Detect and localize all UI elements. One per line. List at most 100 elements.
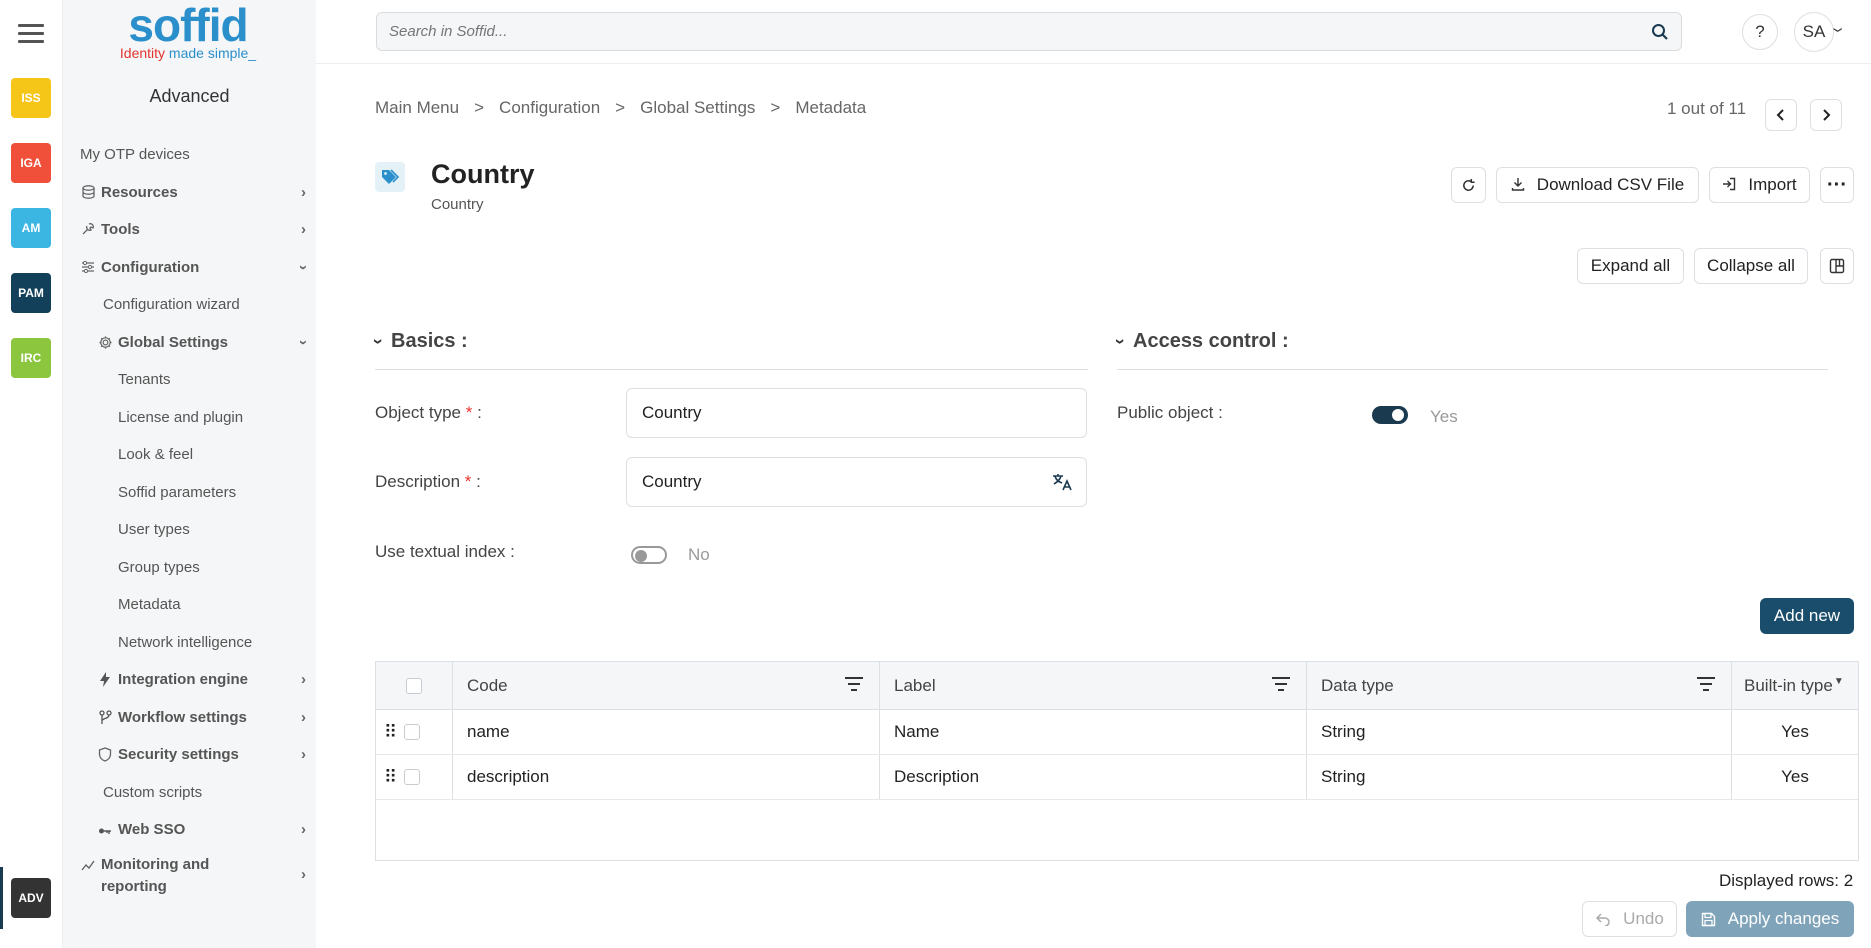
app-irc-button[interactable]: IRC	[11, 338, 51, 378]
object-type-label: Object type * :	[375, 403, 482, 422]
search-input[interactable]	[377, 13, 1617, 50]
layout-icon	[1829, 258, 1845, 274]
previous-record-button[interactable]	[1765, 99, 1797, 131]
expand-all-button[interactable]: Expand all	[1577, 248, 1684, 284]
chevron-right-icon	[1823, 109, 1831, 121]
download-icon	[1511, 177, 1525, 194]
sidebar-item-security-settings[interactable]: Security settings ›	[63, 739, 316, 769]
search-icon[interactable]	[1651, 23, 1669, 41]
access-control-section-header[interactable]: › Access control :	[1111, 330, 1828, 370]
chevron-down-icon: ›	[1110, 338, 1131, 345]
basics-section-header[interactable]: › Basics :	[369, 330, 1088, 370]
sidebar-item-web-sso[interactable]: Web SSO ›	[63, 814, 316, 844]
import-button[interactable]: Import	[1709, 167, 1810, 203]
sidebar-item-custom-scripts[interactable]: Custom scripts	[63, 777, 316, 807]
cell-code: description	[453, 755, 880, 799]
textual-index-label: Use textual index :	[375, 542, 515, 561]
sidebar-item-configuration-wizard[interactable]: Configuration wizard	[63, 289, 316, 319]
layout-toggle-button[interactable]	[1820, 248, 1854, 284]
column-built-in-type[interactable]: Built-in type ▼	[1732, 662, 1858, 709]
app-adv-button[interactable]: ADV	[11, 878, 51, 918]
chart-icon	[80, 857, 96, 873]
hamburger-menu-icon[interactable]	[18, 24, 44, 44]
table-row[interactable]: ⠿ description Description String Yes	[376, 755, 1858, 800]
chevron-right-icon: ›	[301, 183, 306, 201]
filter-icon[interactable]	[1697, 677, 1715, 693]
select-all-checkbox[interactable]	[406, 677, 422, 694]
soffid-logo[interactable]: soffid Identity made simple_	[118, 2, 258, 64]
drag-handle-icon[interactable]: ⠿	[384, 768, 397, 786]
user-menu-chevron-icon[interactable]: ›	[1827, 28, 1851, 33]
cell-data-type: String	[1307, 755, 1732, 799]
public-object-toggle[interactable]	[1372, 406, 1408, 424]
sidebar-item-soffid-parameters[interactable]: Soffid parameters	[63, 477, 316, 507]
breadcrumb: Main Menu > Configuration > Global Setti…	[375, 98, 867, 118]
column-label[interactable]: Label	[880, 662, 1307, 709]
row-checkbox[interactable]	[404, 724, 421, 740]
gear-icon	[97, 334, 113, 350]
description-label: Description * :	[375, 472, 481, 491]
sidebar-item-global-settings[interactable]: Global Settings ›	[63, 327, 316, 357]
next-record-button[interactable]	[1810, 99, 1842, 131]
undo-icon	[1596, 913, 1610, 926]
download-csv-button[interactable]: Download CSV File	[1496, 167, 1699, 203]
row-checkbox[interactable]	[404, 769, 421, 785]
more-options-button[interactable]: ···	[1820, 167, 1854, 203]
textual-index-toggle[interactable]	[631, 546, 667, 564]
add-new-button[interactable]: Add new	[1760, 598, 1854, 634]
cell-label: Name	[880, 710, 1307, 754]
app-iga-button[interactable]: IGA	[11, 143, 51, 183]
sidebar-item-resources[interactable]: Resources ›	[63, 177, 316, 207]
filter-icon[interactable]	[845, 677, 863, 693]
app-pam-button[interactable]: PAM	[11, 273, 51, 313]
sidebar-item-workflow-settings[interactable]: Workflow settings ›	[63, 702, 316, 732]
key-icon	[97, 821, 113, 837]
sort-down-icon[interactable]: ▼	[1834, 676, 1844, 687]
object-type-field[interactable]: Country	[626, 388, 1087, 438]
sidebar-item-otp-devices[interactable]: My OTP devices	[63, 139, 316, 169]
sidebar-item-user-types[interactable]: User types	[63, 514, 316, 544]
drag-handle-icon[interactable]: ⠿	[384, 723, 397, 741]
public-object-value: Yes	[1430, 407, 1458, 426]
undo-button[interactable]: Undo	[1582, 901, 1677, 937]
help-button[interactable]: ?	[1742, 14, 1778, 50]
page-title: Country	[431, 159, 535, 189]
chevron-right-icon: ›	[301, 820, 306, 838]
sidebar-item-configuration[interactable]: Configuration ›	[63, 252, 316, 282]
translate-icon[interactable]	[1052, 473, 1072, 494]
sidebar-item-license-and-plugin[interactable]: License and plugin	[63, 402, 316, 432]
tag-icon	[375, 162, 405, 192]
column-code[interactable]: Code	[453, 662, 880, 709]
filter-icon[interactable]	[1272, 677, 1290, 693]
collapse-all-button[interactable]: Collapse all	[1694, 248, 1808, 284]
app-am-button[interactable]: AM	[11, 208, 51, 248]
sidebar-item-network-intelligence[interactable]: Network intelligence	[63, 627, 316, 657]
cell-code: name	[453, 710, 880, 754]
sidebar-item-tools[interactable]: Tools ›	[63, 214, 316, 244]
save-icon	[1701, 912, 1715, 926]
cell-data-type: String	[1307, 710, 1732, 754]
sidebar-item-monitoring-and-reporting[interactable]: Monitoring and reporting ›	[63, 854, 316, 900]
description-field[interactable]: Country	[626, 457, 1087, 507]
app-iss-button[interactable]: ISS	[11, 78, 51, 118]
breadcrumb-global-settings[interactable]: Global Settings	[640, 98, 755, 118]
cell-built-in: Yes	[1781, 767, 1809, 786]
grid-header: Code Label Data type Built-in type ▼	[376, 662, 1858, 710]
sidebar-item-metadata[interactable]: Metadata	[63, 589, 316, 619]
sidebar-item-tenants[interactable]: Tenants	[63, 364, 316, 394]
pager-text: 1 out of 11	[1667, 99, 1747, 118]
bolt-icon	[97, 671, 113, 687]
sidebar-item-integration-engine[interactable]: Integration engine ›	[63, 664, 316, 694]
top-bar: ? SA ›	[316, 0, 1871, 64]
apply-changes-button[interactable]: Apply changes	[1686, 901, 1854, 937]
sidebar-item-look-and-feel[interactable]: Look & feel	[63, 439, 316, 469]
menu-title: Advanced	[149, 86, 230, 106]
breadcrumb-configuration[interactable]: Configuration	[499, 98, 600, 118]
shield-icon	[97, 746, 113, 762]
table-row[interactable]: ⠿ name Name String Yes	[376, 710, 1858, 755]
refresh-button[interactable]	[1451, 167, 1486, 203]
sidebar-item-group-types[interactable]: Group types	[63, 552, 316, 582]
breadcrumb-main-menu[interactable]: Main Menu	[375, 98, 459, 118]
column-data-type[interactable]: Data type	[1307, 662, 1732, 709]
chevron-right-icon: ›	[301, 866, 306, 883]
